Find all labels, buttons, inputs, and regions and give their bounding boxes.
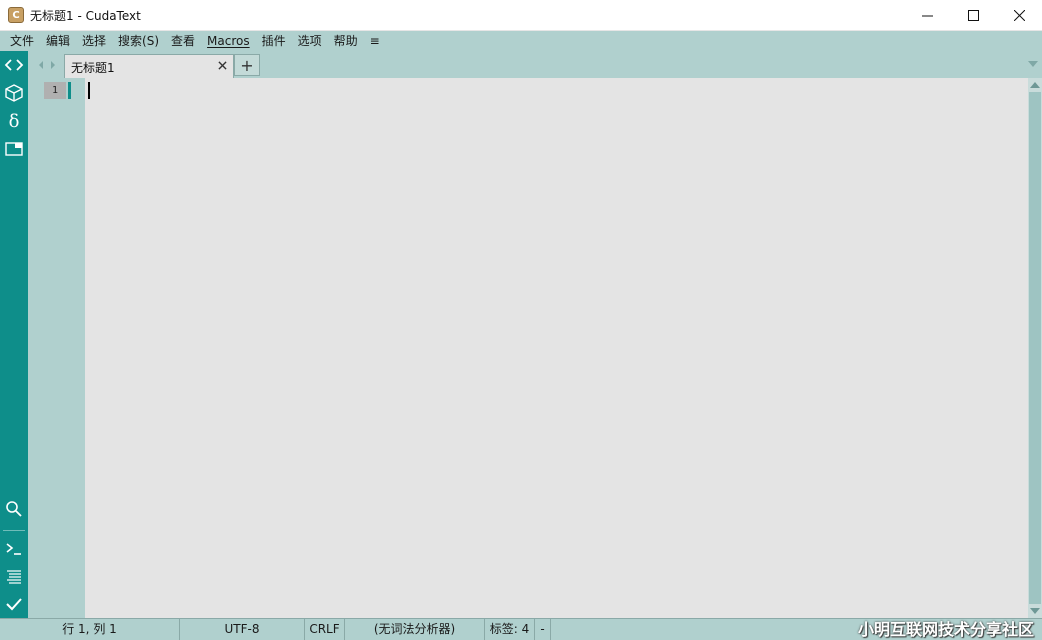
vertical-scrollbar[interactable] <box>1028 78 1042 618</box>
tab-untitled-1[interactable]: 无标题1 <box>64 54 234 78</box>
terminal-icon <box>6 543 21 555</box>
minimize-button[interactable] <box>904 0 950 31</box>
minimize-icon <box>921 15 933 17</box>
status-extra: - <box>535 619 551 640</box>
scroll-up-arrow-icon[interactable] <box>1030 82 1040 88</box>
tab-close-button[interactable] <box>215 58 229 72</box>
tab-list-dropdown-icon[interactable] <box>1028 61 1038 67</box>
tab-bar: 无标题1 + <box>28 51 1042 78</box>
maximize-button[interactable] <box>950 0 996 31</box>
maximize-icon <box>967 10 979 21</box>
title-bar: C 无标题1 - CudaText <box>0 0 1042 31</box>
sidebar-console-button[interactable] <box>0 535 28 563</box>
menu-plugins[interactable]: 插件 <box>256 31 292 51</box>
window-controls <box>904 0 1042 31</box>
panel-icon <box>5 142 23 156</box>
new-tab-button[interactable]: + <box>234 54 260 76</box>
scroll-down-arrow-icon[interactable] <box>1030 608 1040 614</box>
status-tab-size[interactable]: 标签: 4 <box>485 619 535 640</box>
scrollbar-thumb[interactable] <box>1029 92 1041 604</box>
sidebar: δ <box>0 51 28 618</box>
search-icon <box>6 501 22 517</box>
cube-icon <box>5 84 23 102</box>
sidebar-snippets-button[interactable]: δ <box>0 107 28 135</box>
sidebar-panel-button[interactable] <box>0 135 28 163</box>
menu-view[interactable]: 查看 <box>165 31 201 51</box>
menu-select[interactable]: 选择 <box>76 31 112 51</box>
code-brackets-icon <box>4 59 24 71</box>
status-lexer[interactable]: (无词法分析器) <box>345 619 485 640</box>
sidebar-search-button[interactable] <box>0 495 28 523</box>
close-button[interactable] <box>996 0 1042 31</box>
text-editor[interactable] <box>85 78 1028 618</box>
checkmark-icon <box>6 598 22 611</box>
sidebar-project-button[interactable] <box>0 79 28 107</box>
svg-text:δ: δ <box>9 111 20 131</box>
menu-help[interactable]: 帮助 <box>328 31 364 51</box>
sidebar-divider <box>3 530 25 531</box>
menu-macros[interactable]: Macros <box>201 31 256 51</box>
text-caret <box>88 82 90 99</box>
line-number: 1 <box>44 82 66 99</box>
sidebar-output-button[interactable] <box>0 562 28 590</box>
menu-file[interactable]: 文件 <box>4 31 40 51</box>
status-encoding[interactable]: UTF-8 <box>180 619 305 640</box>
line-number-gutter: 1 <box>28 78 85 618</box>
delta-icon: δ <box>9 111 20 131</box>
menu-hamburger[interactable]: ≡ <box>364 31 386 51</box>
watermark: 小明互联网技术分享社区 <box>857 620 1034 639</box>
status-cursor-position[interactable]: 行 1, 列 1 <box>0 619 180 640</box>
window-title: 无标题1 - CudaText <box>30 8 141 23</box>
sidebar-validate-button[interactable] <box>0 590 28 618</box>
menu-options[interactable]: 选项 <box>292 31 328 51</box>
status-bar: 行 1, 列 1 UTF-8 CRLF (无词法分析器) 标签: 4 - 小明互… <box>0 618 1042 640</box>
menu-search[interactable]: 搜索(S) <box>112 31 165 51</box>
tab-label: 无标题1 <box>71 61 115 75</box>
list-icon <box>7 570 21 584</box>
close-icon <box>1013 10 1025 21</box>
sidebar-code-tree-button[interactable] <box>0 51 28 79</box>
app-icon: C <box>8 7 24 23</box>
status-line-ending[interactable]: CRLF <box>305 619 345 640</box>
modified-line-marker <box>68 82 71 99</box>
menu-edit[interactable]: 编辑 <box>40 31 76 51</box>
tab-nav-arrows-icon[interactable] <box>38 60 58 70</box>
menu-bar: 文件 编辑 选择 搜索(S) 查看 Macros 插件 选项 帮助 ≡ <box>0 31 1042 51</box>
close-icon <box>217 60 227 70</box>
